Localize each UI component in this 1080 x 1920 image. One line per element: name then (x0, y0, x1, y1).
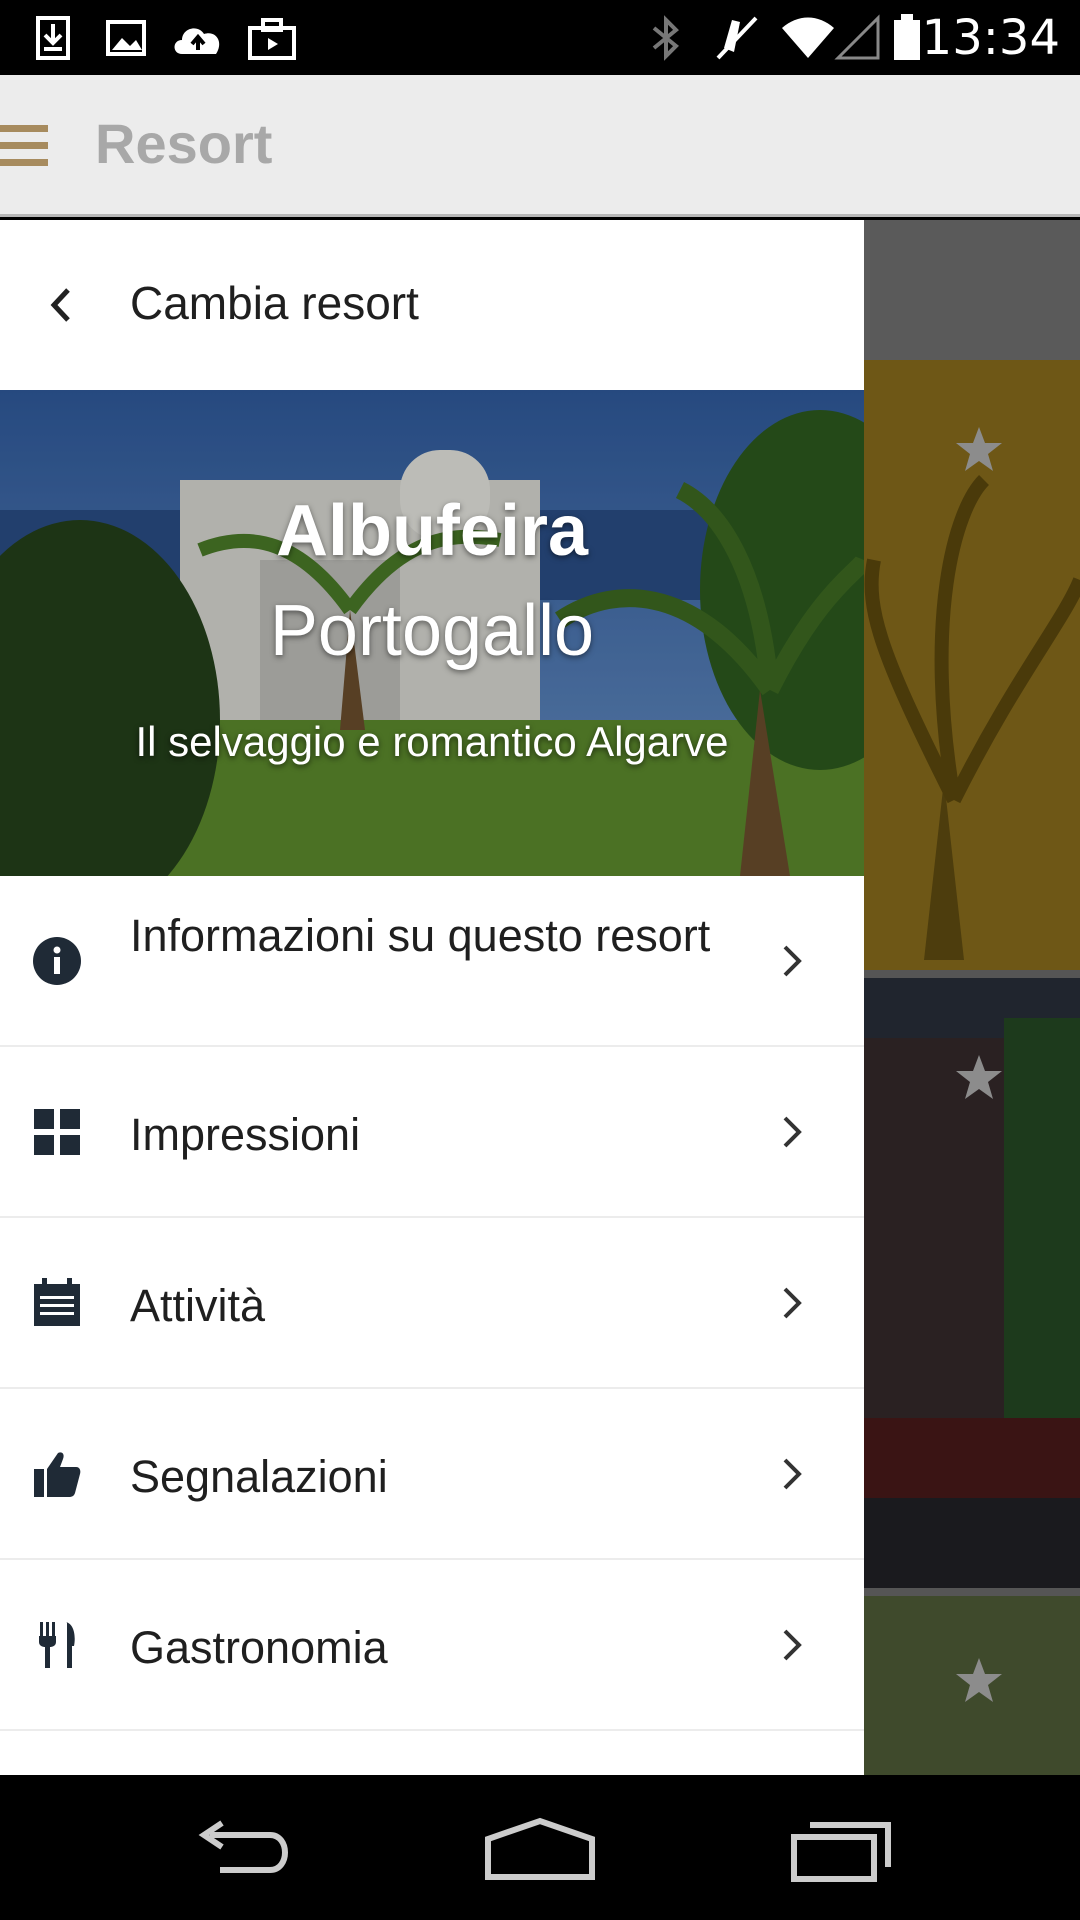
change-resort-label: Cambia resort (130, 277, 419, 329)
restaurant-icon (39, 1622, 75, 1668)
resort-city: Albufeira (275, 491, 589, 571)
chevron-right-icon (783, 1629, 802, 1661)
chevron-right-icon (783, 1458, 802, 1490)
menu-item-label: Informazioni su questo resort (130, 910, 711, 961)
app-bar: Resort (0, 75, 1080, 217)
star-icon[interactable] (954, 1656, 1004, 1706)
menu-item-gastronomy[interactable]: Gastronomia (0, 1560, 864, 1731)
menu-item-activities[interactable]: Attività (0, 1218, 864, 1389)
hamburger-icon[interactable] (0, 125, 48, 167)
menu-item-label: Segnalazioni (130, 1451, 388, 1502)
chevron-left-icon[interactable] (42, 282, 82, 328)
app-title: Resort (95, 112, 273, 175)
change-resort-row[interactable]: Cambia resort (0, 220, 864, 390)
signal-icon (834, 14, 880, 60)
calendar-icon (34, 1278, 80, 1326)
resort-hero: Albufeira Portogallo Il selvaggio e roma… (0, 390, 864, 876)
back-icon[interactable] (180, 1815, 300, 1885)
star-icon[interactable] (954, 425, 1004, 475)
resort-country: Portogallo (269, 591, 595, 671)
navigation-drawer: Cambia resort Albufeira Portogallo Il se… (0, 220, 864, 1775)
resort-list-background (864, 220, 1080, 1775)
resort-card[interactable] (864, 1596, 1080, 1775)
status-bar: 13:34 (0, 0, 1080, 75)
chevron-right-icon (783, 1116, 802, 1148)
star-icon[interactable] (954, 1053, 1004, 1103)
briefcase-icon (248, 18, 296, 60)
menu-item-info[interactable]: Informazioni su questo resort (0, 876, 864, 1047)
chevron-right-icon (783, 1287, 802, 1319)
menu-item-label: Gastronomia (130, 1622, 388, 1673)
download-icon (36, 16, 70, 60)
bluetooth-icon (652, 15, 679, 61)
recent-apps-icon[interactable] (780, 1815, 900, 1885)
resort-card[interactable] (864, 220, 1080, 360)
mute-icon (716, 16, 758, 60)
chevron-right-icon (783, 945, 802, 977)
cloud-upload-icon (174, 28, 220, 54)
home-icon[interactable] (480, 1815, 600, 1885)
menu-item-label: Attività (130, 1280, 266, 1331)
info-icon (33, 937, 81, 985)
menu-item-impressions[interactable]: Impressioni (0, 1047, 864, 1218)
resort-card[interactable] (864, 978, 1080, 1588)
system-nav-bar (0, 1775, 1080, 1920)
resort-card[interactable] (864, 360, 1080, 970)
battery-icon (894, 14, 920, 60)
menu-item-label: Impressioni (130, 1109, 361, 1160)
clock: 13:34 (921, 10, 1060, 66)
grid-icon (34, 1109, 80, 1155)
wifi-icon (782, 17, 834, 58)
thumbs-up-icon (34, 1452, 81, 1497)
image-icon (106, 20, 146, 56)
resort-tagline: Il selvaggio e romantico Algarve (135, 718, 729, 765)
menu-item-reports[interactable]: Segnalazioni (0, 1389, 864, 1560)
